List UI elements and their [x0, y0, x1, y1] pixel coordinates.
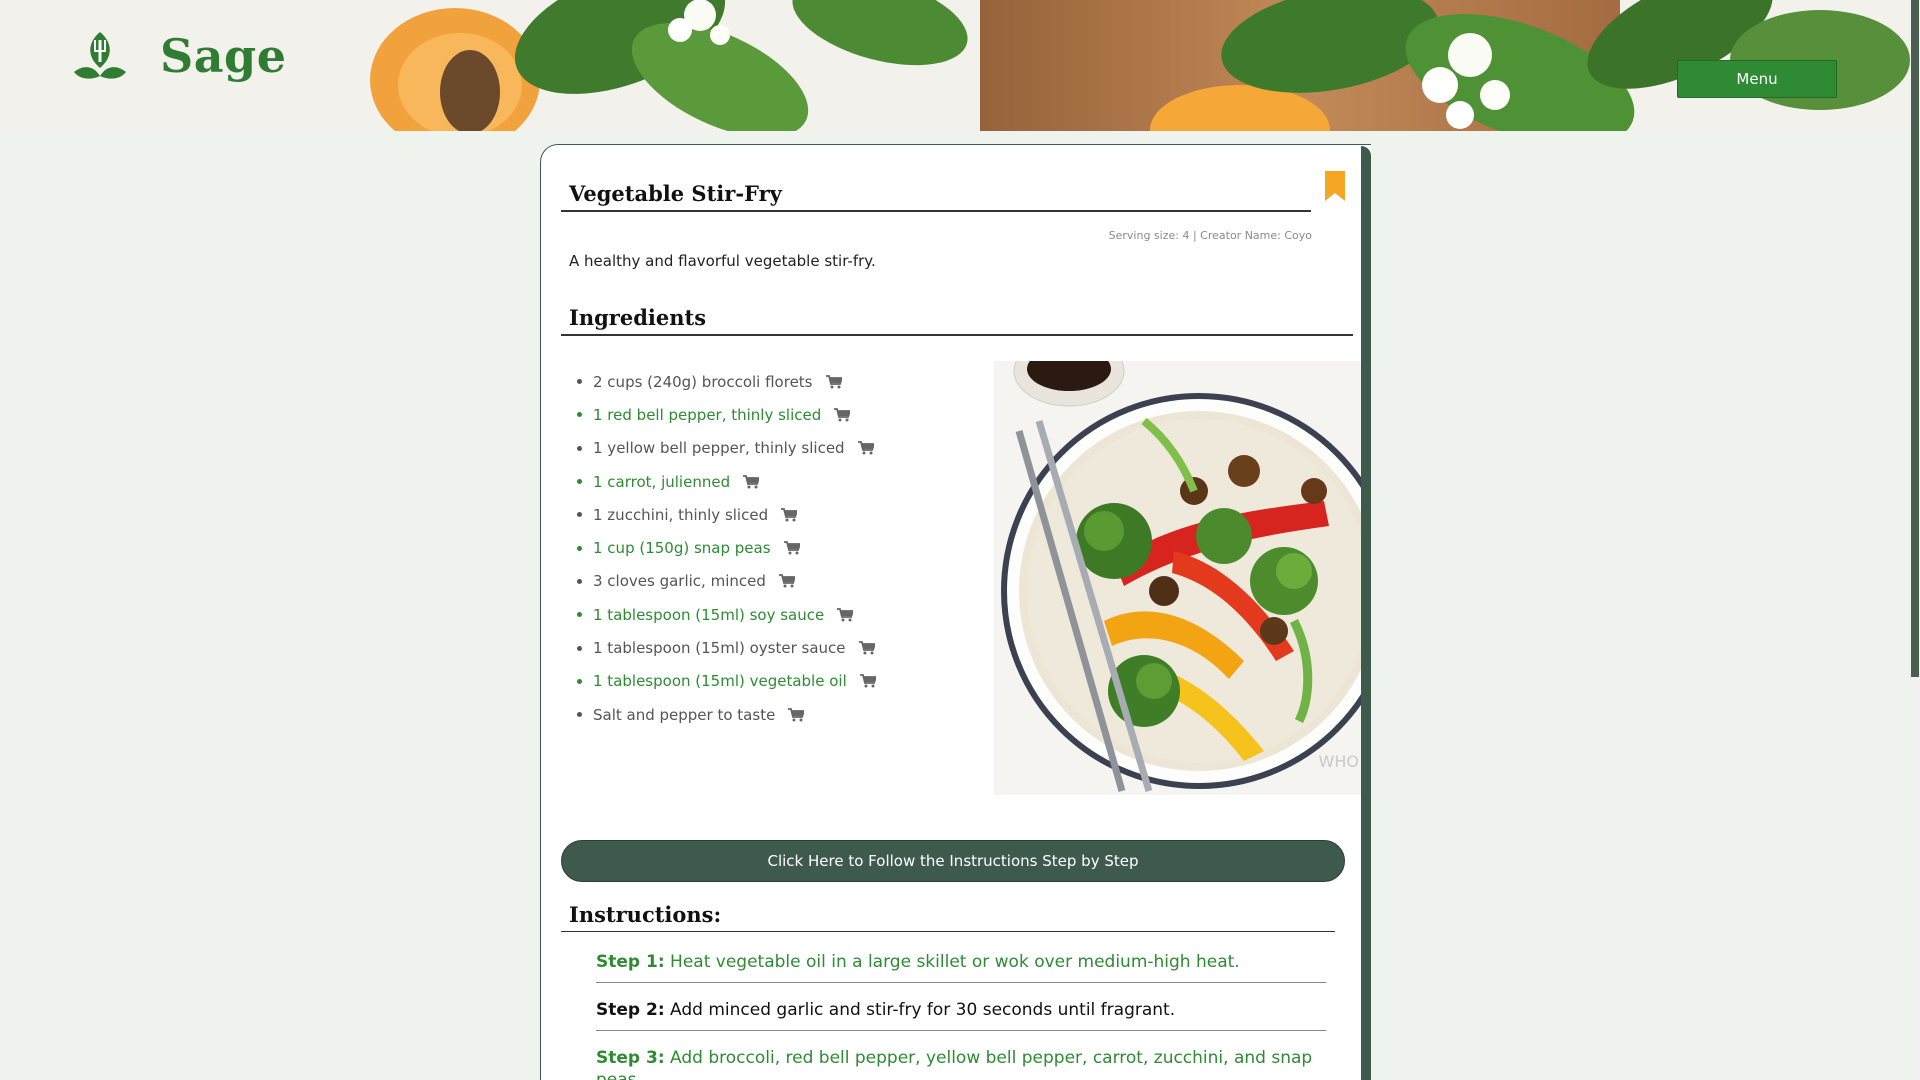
bullet: [577, 645, 582, 651]
bullet: [577, 479, 582, 485]
stir-fry-illustration: [994, 361, 1361, 795]
list-item: 1 tablespoon (15ml) soy sauce: [577, 598, 876, 631]
cart-icon[interactable]: [857, 441, 874, 455]
title-divider: [561, 210, 1311, 212]
ingredients-divider: [561, 334, 1353, 336]
ingredient-text: 2 cups (240g) broccoli florets: [593, 372, 813, 391]
cart-icon[interactable]: [837, 607, 854, 622]
step-label: Step 3:: [596, 1048, 665, 1068]
cart-icon[interactable]: [783, 541, 800, 555]
recipe-meta: Serving size: 4 | Creator Name: Coyo: [1108, 229, 1312, 242]
bullet: [577, 512, 582, 518]
list-item: 2 cups (240g) broccoli florets: [577, 365, 876, 398]
card-side-rail: [1361, 146, 1371, 1080]
cart-icon[interactable]: [778, 574, 795, 588]
bullet: [577, 612, 582, 618]
instruction-step: Step 3: Add broccoli, red bell pepper, y…: [596, 1041, 1326, 1080]
list-item: 1 tablespoon (15ml) oyster sauce: [577, 631, 876, 664]
recipe-description: A healthy and flavorful vegetable stir-f…: [569, 252, 876, 270]
bullet: [577, 712, 582, 718]
leaf-fork-icon: [74, 32, 126, 79]
page-scrollbar-thumb[interactable]: [1911, 0, 1919, 677]
list-item: 1 zucchini, thinly sliced: [577, 498, 876, 531]
instruction-step: Step 2: Add minced garlic and stir-fry f…: [596, 993, 1326, 1031]
list-item: 1 red bell pepper, thinly sliced: [577, 398, 876, 431]
cart-icon[interactable]: [781, 507, 798, 522]
instruction-step: Step 1: Heat vegetable oil in a large sk…: [596, 945, 1326, 983]
ingredient-text: 1 carrot, julienned: [593, 472, 731, 491]
brand-name: Sage: [160, 29, 287, 83]
ingredient-text: Salt and pepper to taste: [593, 705, 776, 724]
step-text: Add minced garlic and stir-fry for 30 se…: [670, 1000, 1176, 1020]
list-item: Salt and pepper to taste: [577, 698, 876, 731]
ingredient-text: 1 cup (150g) snap peas: [593, 539, 771, 558]
cart-icon[interactable]: [859, 674, 876, 688]
step-text: Add broccoli, red bell pepper, yellow be…: [596, 1048, 1313, 1080]
step-label: Step 1:: [596, 952, 665, 972]
ingredient-text: 1 yellow bell pepper, thinly sliced: [593, 439, 845, 458]
ingredient-text: 3 cloves garlic, minced: [593, 572, 766, 591]
ingredient-text: 1 red bell pepper, thinly sliced: [593, 405, 822, 424]
photo-watermark: WHO: [1318, 752, 1359, 771]
ingredient-text: 1 tablespoon (15ml) soy sauce: [593, 605, 825, 624]
cart-icon[interactable]: [743, 474, 760, 489]
ingredients-list: 2 cups (240g) broccoli florets 1 red bel…: [577, 365, 876, 731]
ingredient-text: 1 zucchini, thinly sliced: [593, 505, 769, 524]
instructions-steps: Step 1: Heat vegetable oil in a large sk…: [596, 945, 1326, 1080]
bullet: [577, 445, 582, 451]
list-item: 1 tablespoon (15ml) vegetable oil: [577, 665, 876, 698]
instructions-divider: [561, 931, 1335, 932]
follow-instructions-button[interactable]: Click Here to Follow the Instructions St…: [561, 840, 1345, 882]
bullet: [577, 412, 582, 418]
list-item: 3 cloves garlic, minced: [577, 565, 876, 598]
header-background-image: [0, 0, 1910, 131]
bullet: [577, 578, 582, 584]
list-item: 1 carrot, julienned: [577, 465, 876, 498]
step-label: Step 2:: [596, 1000, 665, 1020]
cart-icon[interactable]: [825, 374, 842, 389]
ingredients-heading: Ingredients: [569, 305, 707, 330]
cart-icon[interactable]: [858, 641, 875, 655]
bookmark-icon[interactable]: [1323, 171, 1347, 203]
ingredient-text: 1 tablespoon (15ml) vegetable oil: [593, 672, 847, 691]
cart-icon[interactable]: [834, 408, 851, 422]
header-banner: Sage Menu: [0, 0, 1910, 131]
bullet: [577, 379, 582, 385]
recipe-card: Vegetable Stir-Fry Serving size: 4 | Cre…: [540, 144, 1371, 1080]
list-item: 1 cup (150g) snap peas: [577, 531, 876, 564]
list-item: 1 yellow bell pepper, thinly sliced: [577, 432, 876, 465]
brand-logo[interactable]: Sage: [72, 28, 286, 84]
cart-icon[interactable]: [788, 707, 805, 722]
bullet: [577, 678, 582, 684]
menu-button[interactable]: Menu: [1677, 60, 1837, 98]
recipe-photo: WHO: [994, 361, 1361, 795]
recipe-title: Vegetable Stir-Fry: [569, 181, 782, 206]
ingredient-text: 1 tablespoon (15ml) oyster sauce: [593, 639, 846, 658]
step-text: Heat vegetable oil in a large skillet or…: [670, 952, 1240, 972]
instructions-heading: Instructions:: [569, 902, 722, 927]
bullet: [577, 545, 582, 551]
